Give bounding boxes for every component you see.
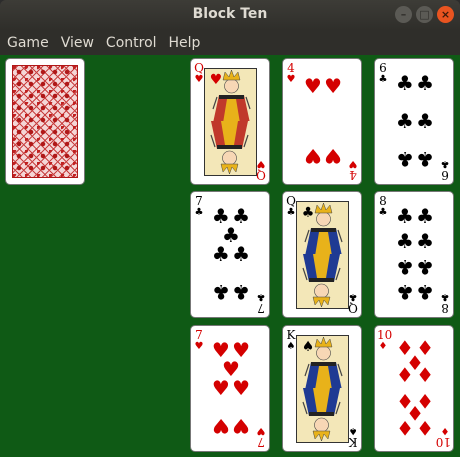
card-rank: 4 (349, 168, 357, 182)
window-title: Block Ten (192, 6, 268, 22)
card-corner-index: 7 ♥ (193, 328, 205, 352)
stock-pile[interactable] (5, 58, 85, 185)
menu-bar: Game View Control Help (0, 30, 460, 55)
card-corner-index: 4 ♥ (285, 61, 297, 85)
tableau-card[interactable]: Q ♣ Q ♣ ♣ (282, 191, 362, 318)
card-suit-icon: ♥ (348, 158, 358, 169)
card-rank: 7 (195, 328, 203, 342)
window-controls: – □ × (395, 6, 454, 23)
menu-view[interactable]: View (56, 35, 99, 51)
suit-pip-icon: ♣ (416, 254, 435, 279)
card-rank: 8 (441, 301, 449, 315)
court-figure-icon (297, 254, 348, 308)
title-bar: Block Ten – □ × (0, 0, 460, 30)
suit-pip-icon: ♣ (416, 229, 435, 254)
card-rank: 7 (195, 194, 203, 208)
card-rank: 10 (435, 435, 451, 449)
card-rank: 8 (379, 194, 387, 208)
tableau-card[interactable]: 6 ♣ 6 ♣ ♣ ♣ ♣ ♣ ♣ ♣ (374, 58, 454, 185)
card-rank: 10 (377, 328, 393, 342)
suit-pip-icon: ♥ (211, 413, 230, 438)
suit-pip-icon: ♥ (232, 376, 251, 400)
card-rank: 7 (257, 301, 265, 315)
suit-pip-icon: ♣ (416, 204, 435, 229)
suit-pip-icon: ♣ (395, 71, 414, 96)
tableau-card[interactable]: 8 ♣ 8 ♣ ♣ ♣ ♣ ♣ ♣ ♣ ♣ ♣ (374, 191, 454, 318)
card-suit-icon: ♥ (256, 425, 266, 436)
card-corner-index: 7 ♣ (255, 291, 267, 315)
tableau-card[interactable]: 4 ♥ 4 ♥ ♥ ♥ ♥ ♥ (282, 58, 362, 185)
card-corner-index: 7 ♥ (255, 425, 267, 449)
suit-pip-icon: ♣ (232, 279, 251, 304)
suit-pip-icon: ♥ (324, 74, 343, 99)
card-suit-icon: ♥ (194, 341, 204, 352)
suit-pip-icon: ♣ (416, 279, 435, 304)
card-rank: 4 (287, 61, 295, 75)
tableau-card[interactable]: 10 ♦ 10 ♦ ♦ ♦ ♦ ♦ ♦ ♦ ♦ ♦ ♦ ♦ (374, 325, 454, 452)
tableau-card[interactable]: Q ♥ Q ♥ ♥ (190, 58, 270, 185)
card-suit-icon: ♣ (440, 291, 450, 302)
card-suit-icon: ♦ (378, 341, 388, 352)
suit-pip-icon: ♣ (416, 146, 435, 171)
suit-pip-icon: ♥ (324, 143, 343, 168)
suit-pip-icon: ♣ (395, 229, 414, 254)
card-corner-index: 10 ♦ (435, 425, 451, 449)
card-corner-index: 6 ♣ (377, 61, 389, 85)
suit-pip-icon: ♦ (395, 415, 414, 440)
menu-help[interactable]: Help (164, 35, 206, 51)
court-figure-icon (297, 388, 348, 442)
suit-pip-icon: ♠ (301, 339, 315, 355)
card-back-pattern (12, 65, 78, 178)
suit-pip-icon: ♥ (232, 413, 251, 438)
minimize-button[interactable]: – (395, 6, 412, 23)
suit-pip-icon: ♣ (232, 242, 251, 266)
tableau-card[interactable]: 7 ♣ 7 ♣ ♣ ♣ ♣ ♣ ♣ ♣ ♣ (190, 191, 270, 318)
menu-control[interactable]: Control (101, 35, 162, 51)
suit-pip-icon: ♣ (301, 205, 315, 221)
card-suit-icon: ♣ (194, 207, 204, 218)
card-suit-icon: ♣ (378, 207, 388, 218)
menu-game[interactable]: Game (2, 35, 54, 51)
card-corner-index: 8 ♣ (377, 194, 389, 218)
court-figure-icon (205, 121, 256, 175)
suit-pip-icon: ♣ (416, 71, 435, 96)
card-corner-index: 10 ♦ (377, 328, 393, 352)
suit-pip-icon: ♣ (211, 242, 230, 266)
suit-pip-icon: ♦ (416, 363, 435, 388)
tableau-card[interactable]: 7 ♥ 7 ♥ ♥ ♥ ♥ ♥ ♥ ♥ ♥ (190, 325, 270, 452)
suit-pip-icon: ♦ (416, 415, 435, 440)
suit-pip-icon: ♣ (416, 109, 435, 133)
suit-pip-icon: ♣ (395, 279, 414, 304)
tableau-card[interactable]: K ♠ K ♠ ♠ (282, 325, 362, 452)
suit-pip-icon: ♣ (211, 279, 230, 304)
card-suit-icon: ♣ (440, 158, 450, 169)
close-button[interactable]: × (437, 6, 454, 23)
card-rank: 6 (441, 168, 449, 182)
suit-pip-icon: ♥ (303, 74, 322, 99)
suit-pip-icon: ♣ (395, 254, 414, 279)
suit-pip-icon: ♣ (395, 146, 414, 171)
card-corner-index: 8 ♣ (439, 291, 451, 315)
card-suit-icon: ♣ (378, 74, 388, 85)
suit-pip-icon: ♣ (395, 109, 414, 133)
card-suit-icon: ♣ (256, 291, 266, 302)
card-rank: 7 (257, 435, 265, 449)
suit-pip-icon: ♥ (209, 72, 223, 88)
suit-pip-icon: ♥ (211, 376, 230, 400)
suit-pip-icon: ♣ (395, 204, 414, 229)
card-corner-index: 4 ♥ (347, 158, 359, 182)
suit-pip-icon: ♦ (395, 363, 414, 388)
card-rank: 6 (379, 61, 387, 75)
card-corner-index: 6 ♣ (439, 158, 451, 182)
card-suit-icon: ♥ (286, 74, 296, 85)
card-corner-index: 7 ♣ (193, 194, 205, 218)
suit-pip-icon: ♥ (303, 143, 322, 168)
maximize-button[interactable]: □ (416, 6, 433, 23)
